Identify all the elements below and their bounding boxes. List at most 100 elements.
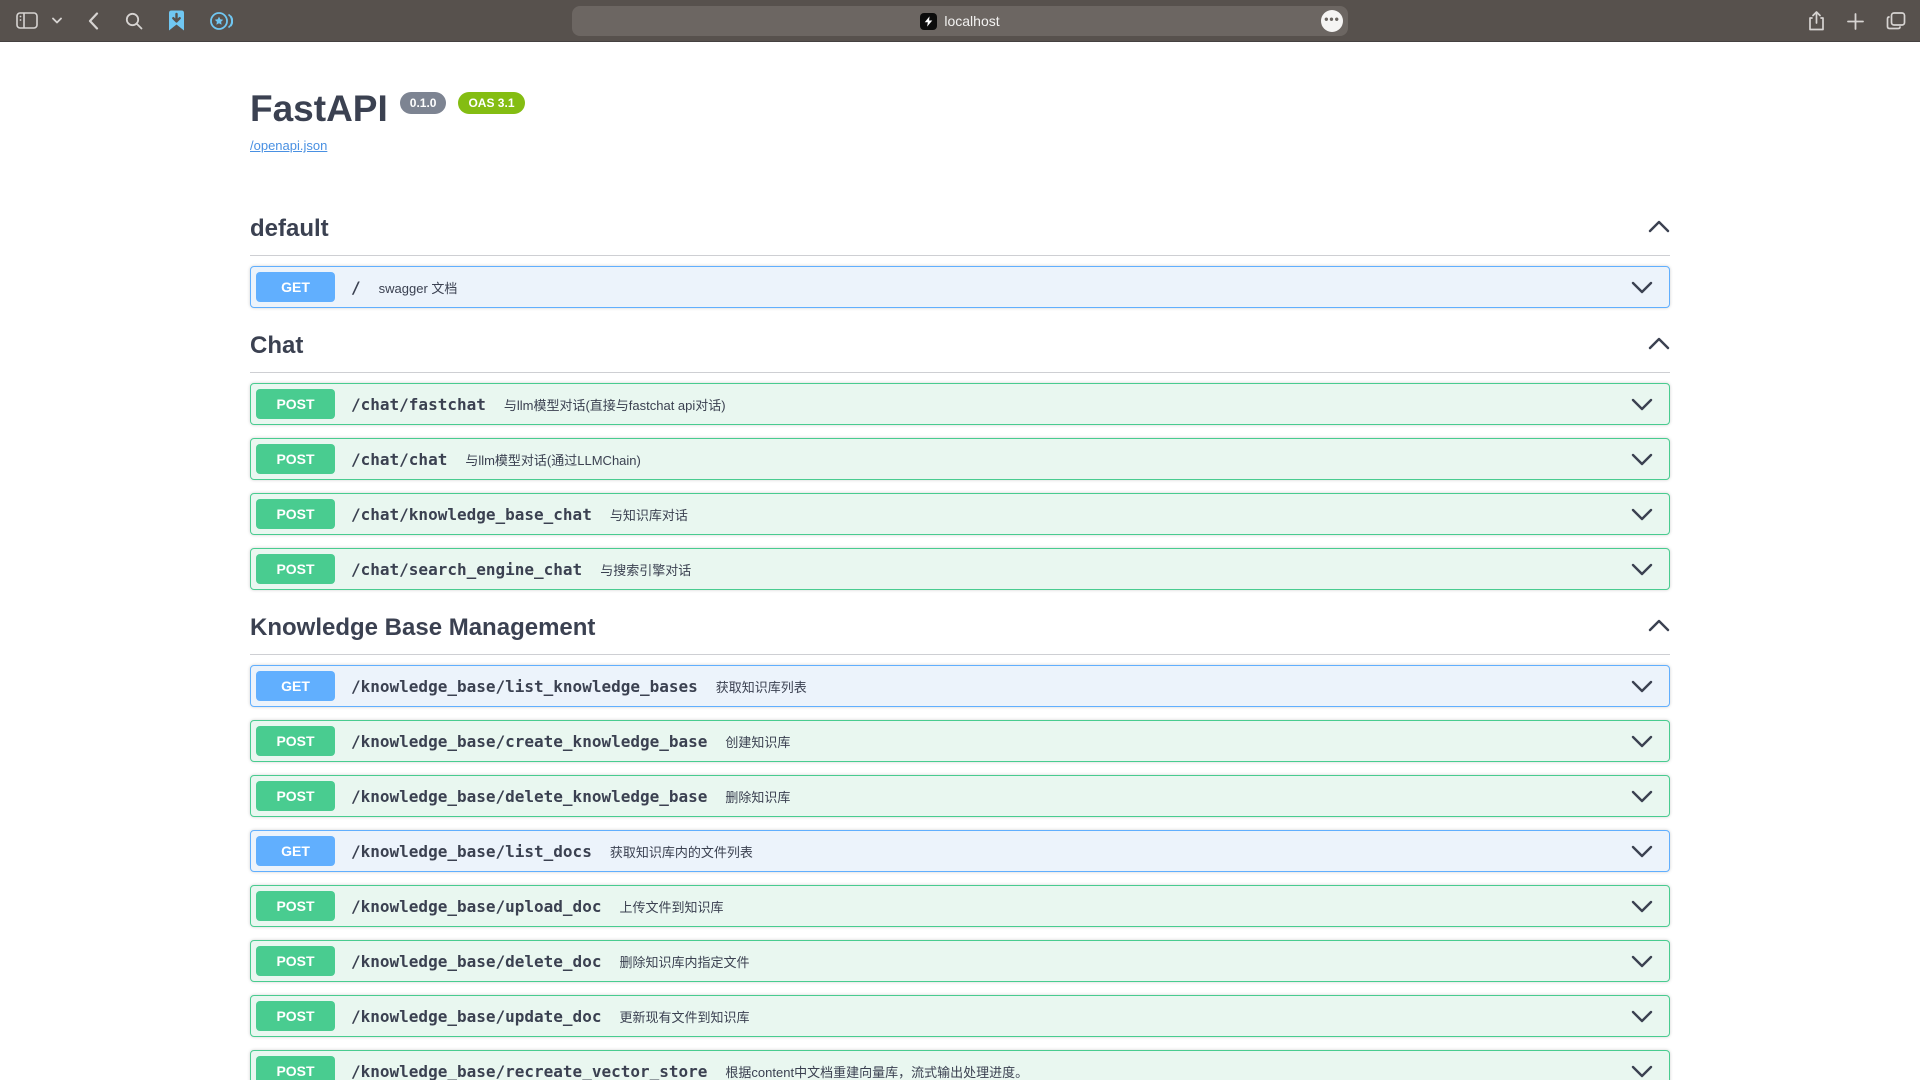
collapse-chevron-up-icon[interactable] bbox=[1648, 337, 1670, 355]
endpoint-row[interactable]: POST/chat/search_engine_chat 与搜索引擎对话 bbox=[250, 548, 1670, 590]
endpoint-path: /knowledge_base/create_knowledge_base bbox=[351, 732, 707, 751]
sidebar-toggle-icon[interactable] bbox=[16, 12, 38, 29]
api-title-text: FastAPI bbox=[250, 88, 388, 130]
endpoint-description: 与llm模型对话(直接与fastchat api对话) bbox=[504, 395, 1631, 414]
pinned-tab-bookmark-icon[interactable] bbox=[167, 10, 186, 31]
endpoint-description: 获取知识库列表 bbox=[716, 677, 1631, 696]
endpoint-description: 上传文件到知识库 bbox=[619, 897, 1631, 916]
tag-title: default bbox=[250, 215, 329, 243]
endpoint-row[interactable]: POST/knowledge_base/recreate_vector_stor… bbox=[250, 1050, 1670, 1080]
expand-chevron-down-icon[interactable] bbox=[1631, 281, 1653, 294]
endpoint-row[interactable]: GET/knowledge_base/list_docs 获取知识库内的文件列表 bbox=[250, 830, 1670, 872]
endpoint-path: /knowledge_base/upload_doc bbox=[351, 897, 601, 916]
browser-toolbar: localhost ••• bbox=[0, 0, 1920, 42]
tag-header[interactable]: Knowledge Base Management bbox=[250, 614, 1670, 655]
endpoint-list: POST/chat/fastchat 与llm模型对话(直接与fastchat a… bbox=[250, 373, 1670, 590]
method-badge[interactable]: POST bbox=[256, 1056, 335, 1080]
oas-badge: OAS 3.1 bbox=[458, 92, 524, 114]
tab-overview-icon[interactable] bbox=[1886, 12, 1906, 30]
endpoint-row[interactable]: POST/knowledge_base/delete_knowledge_bas… bbox=[250, 775, 1670, 817]
site-favicon-icon bbox=[920, 13, 937, 30]
endpoint-row[interactable]: POST/chat/chat 与llm模型对话(通过LLMChain) bbox=[250, 438, 1670, 480]
endpoint-path: /chat/knowledge_base_chat bbox=[351, 505, 592, 524]
tag-title: Chat bbox=[250, 332, 303, 360]
tag-section-default: default GET / swagger 文档 bbox=[250, 215, 1670, 308]
expand-chevron-down-icon[interactable] bbox=[1631, 1010, 1653, 1023]
method-badge[interactable]: POST bbox=[256, 444, 335, 474]
tag-title: Knowledge Base Management bbox=[250, 614, 595, 642]
tag-section-knowledge-base-management: Knowledge Base Management GET/knowledge_b… bbox=[250, 614, 1670, 1080]
url-text: localhost bbox=[944, 13, 999, 29]
version-badge: 0.1.0 bbox=[400, 92, 447, 114]
method-badge[interactable]: GET bbox=[256, 671, 335, 701]
method-badge[interactable]: POST bbox=[256, 389, 335, 419]
method-badge[interactable]: POST bbox=[256, 1001, 335, 1031]
back-button-icon[interactable] bbox=[88, 12, 99, 30]
method-badge[interactable]: POST bbox=[256, 554, 335, 584]
expand-chevron-down-icon[interactable] bbox=[1631, 508, 1653, 521]
api-header: FastAPI 0.1.0 OAS 3.1 /openapi.json bbox=[250, 42, 1670, 155]
endpoint-description: 与搜索引擎对话 bbox=[600, 560, 1631, 579]
method-badge[interactable]: POST bbox=[256, 781, 335, 811]
endpoint-path: /knowledge_base/delete_doc bbox=[351, 952, 601, 971]
expand-chevron-down-icon[interactable] bbox=[1631, 680, 1653, 693]
endpoint-description: 更新现有文件到知识库 bbox=[619, 1007, 1631, 1026]
sections-container: default GET / swagger 文档 Chat POST/chat/fastc… bbox=[250, 215, 1670, 1080]
endpoint-path: /knowledge_base/list_knowledge_bases bbox=[351, 677, 698, 696]
endpoint-list: GET/knowledge_base/list_knowledge_bases 获… bbox=[250, 655, 1670, 1080]
endpoint-path: /chat/chat bbox=[351, 450, 447, 469]
endpoint-path: /chat/search_engine_chat bbox=[351, 560, 582, 579]
method-badge[interactable]: POST bbox=[256, 891, 335, 921]
endpoint-list: GET / swagger 文档 bbox=[250, 256, 1670, 308]
expand-chevron-down-icon[interactable] bbox=[1631, 845, 1653, 858]
endpoint-row[interactable]: POST/chat/knowledge_base_chat 与知识库对话 bbox=[250, 493, 1670, 535]
endpoint-path: /chat/fastchat bbox=[351, 395, 486, 414]
page-title: FastAPI 0.1.0 OAS 3.1 bbox=[250, 88, 1670, 130]
expand-chevron-down-icon[interactable] bbox=[1631, 735, 1653, 748]
endpoint-description: 获取知识库内的文件列表 bbox=[610, 842, 1631, 861]
search-icon[interactable] bbox=[125, 12, 143, 30]
endpoint-row[interactable]: POST/chat/fastchat 与llm模型对话(直接与fastchat a… bbox=[250, 383, 1670, 425]
endpoint-row[interactable]: POST/knowledge_base/update_doc 更新现有文件到知识库 bbox=[250, 995, 1670, 1037]
new-tab-icon[interactable] bbox=[1847, 13, 1864, 30]
method-badge[interactable]: GET bbox=[256, 836, 335, 866]
endpoint-path: / bbox=[351, 278, 361, 297]
endpoint-description: 删除知识库 bbox=[725, 787, 1631, 806]
expand-chevron-down-icon[interactable] bbox=[1631, 790, 1653, 803]
expand-chevron-down-icon[interactable] bbox=[1631, 1065, 1653, 1078]
openapi-spec-link[interactable]: /openapi.json bbox=[250, 138, 327, 153]
endpoint-row[interactable]: POST/knowledge_base/delete_doc 删除知识库内指定文件 bbox=[250, 940, 1670, 982]
endpoint-row[interactable]: POST/knowledge_base/create_knowledge_bas… bbox=[250, 720, 1670, 762]
collapse-chevron-up-icon[interactable] bbox=[1648, 220, 1670, 238]
method-badge[interactable]: POST bbox=[256, 946, 335, 976]
tag-header[interactable]: Chat bbox=[250, 332, 1670, 373]
page-options-ellipsis-icon[interactable]: ••• bbox=[1321, 10, 1343, 32]
endpoint-description: 与llm模型对话(通过LLMChain) bbox=[465, 450, 1631, 469]
pinned-tab-disc-icon[interactable] bbox=[210, 11, 233, 31]
expand-chevron-down-icon[interactable] bbox=[1631, 453, 1653, 466]
endpoint-row[interactable]: GET/knowledge_base/list_knowledge_bases 获… bbox=[250, 665, 1670, 707]
share-icon[interactable] bbox=[1808, 11, 1825, 31]
expand-chevron-down-icon[interactable] bbox=[1631, 955, 1653, 968]
tag-header[interactable]: default bbox=[250, 215, 1670, 256]
sidebar-chevron-down-icon[interactable] bbox=[52, 17, 62, 24]
endpoint-description: 与知识库对话 bbox=[610, 505, 1631, 524]
tag-section-chat: Chat POST/chat/fastchat 与llm模型对话(直接与fastch… bbox=[250, 332, 1670, 590]
expand-chevron-down-icon[interactable] bbox=[1631, 563, 1653, 576]
endpoint-path: /knowledge_base/list_docs bbox=[351, 842, 592, 861]
method-badge[interactable]: GET bbox=[256, 272, 335, 302]
address-bar[interactable]: localhost ••• bbox=[572, 6, 1348, 36]
swagger-page: FastAPI 0.1.0 OAS 3.1 /openapi.json defa… bbox=[0, 42, 1920, 1080]
expand-chevron-down-icon[interactable] bbox=[1631, 398, 1653, 411]
method-badge[interactable]: POST bbox=[256, 499, 335, 529]
endpoint-row[interactable]: GET / swagger 文档 bbox=[250, 266, 1670, 308]
expand-chevron-down-icon[interactable] bbox=[1631, 900, 1653, 913]
endpoint-path: /knowledge_base/update_doc bbox=[351, 1007, 601, 1026]
endpoint-description: 删除知识库内指定文件 bbox=[619, 952, 1631, 971]
endpoint-path: /knowledge_base/delete_knowledge_base bbox=[351, 787, 707, 806]
collapse-chevron-up-icon[interactable] bbox=[1648, 619, 1670, 637]
endpoint-description: swagger 文档 bbox=[379, 278, 1631, 297]
endpoint-row[interactable]: POST/knowledge_base/upload_doc 上传文件到知识库 bbox=[250, 885, 1670, 927]
endpoint-description: 根据content中文档重建向量库，流式输出处理进度。 bbox=[725, 1062, 1631, 1080]
method-badge[interactable]: POST bbox=[256, 726, 335, 756]
